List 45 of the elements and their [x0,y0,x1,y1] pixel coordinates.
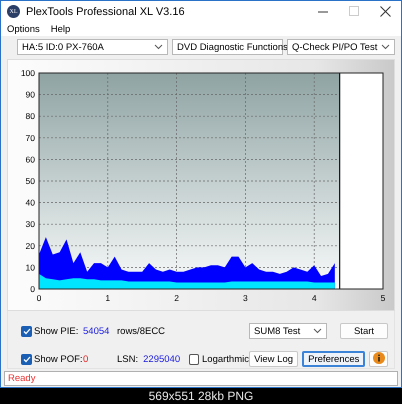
x-tick-label: 3 [243,293,248,303]
info-button[interactable] [369,351,388,367]
window-title: PlexTools Professional XL V3.16 [26,6,186,18]
x-tick-label: 5 [380,293,386,303]
image-caption: 569x551 28kb PNG [148,389,254,403]
y-tick-label: 30 [26,219,35,230]
y-tick-label: 50 [26,176,35,186]
dropdown[interactable]: Q-Check PI/PO Test [287,39,395,55]
y-tick-label: 70 [26,132,35,143]
y-tick-label: 80 [26,111,35,122]
caret-icon [154,44,163,50]
y-tick-label: 40 [26,198,35,208]
pie-count: 54054 [83,326,110,336]
status-bar: Ready [4,371,398,386]
x-tick-label: 2 [174,293,179,303]
caret-icon [313,328,322,334]
dropdown[interactable]: SUM8 Test [249,323,327,339]
checkbox[interactable] [189,354,199,364]
view-log-button[interactable]: View Log [249,351,298,367]
dropdown[interactable]: HA:5 ID:0 PX-760A [17,39,168,55]
menu-item[interactable]: Options [7,24,40,34]
menu-item[interactable]: Help [50,24,70,34]
lsn-value: 2295040 [143,354,180,364]
x-tick-label: 4 [312,293,317,303]
caret-icon [381,44,390,50]
unit-label: rows/8ECC [117,326,166,336]
preferences-button[interactable]: Preferences [302,351,366,367]
start-button[interactable]: Start [340,323,388,339]
y-tick-label: 60 [26,154,35,164]
close-icon[interactable] [380,6,391,17]
checkbox-label: Logarthmic [201,354,249,364]
checkbox[interactable] [21,326,32,336]
info-icon [372,352,385,364]
checkbox[interactable] [21,354,32,364]
x-tick-label: 1 [105,293,110,303]
x-tick-label: 0 [36,293,42,303]
lsn-label: LSN: [117,354,138,364]
y-tick-label: 0 [30,284,35,294]
y-tick-label: 20 [26,240,35,251]
checkbox-label: Show PIE: [33,326,78,336]
y-tick-label: 100 [20,68,35,78]
y-tick-label: 90 [26,90,35,100]
pof-count: 0 [83,354,88,364]
y-tick-label: 10 [26,262,35,272]
checkbox-label: Show POF: [33,354,83,364]
